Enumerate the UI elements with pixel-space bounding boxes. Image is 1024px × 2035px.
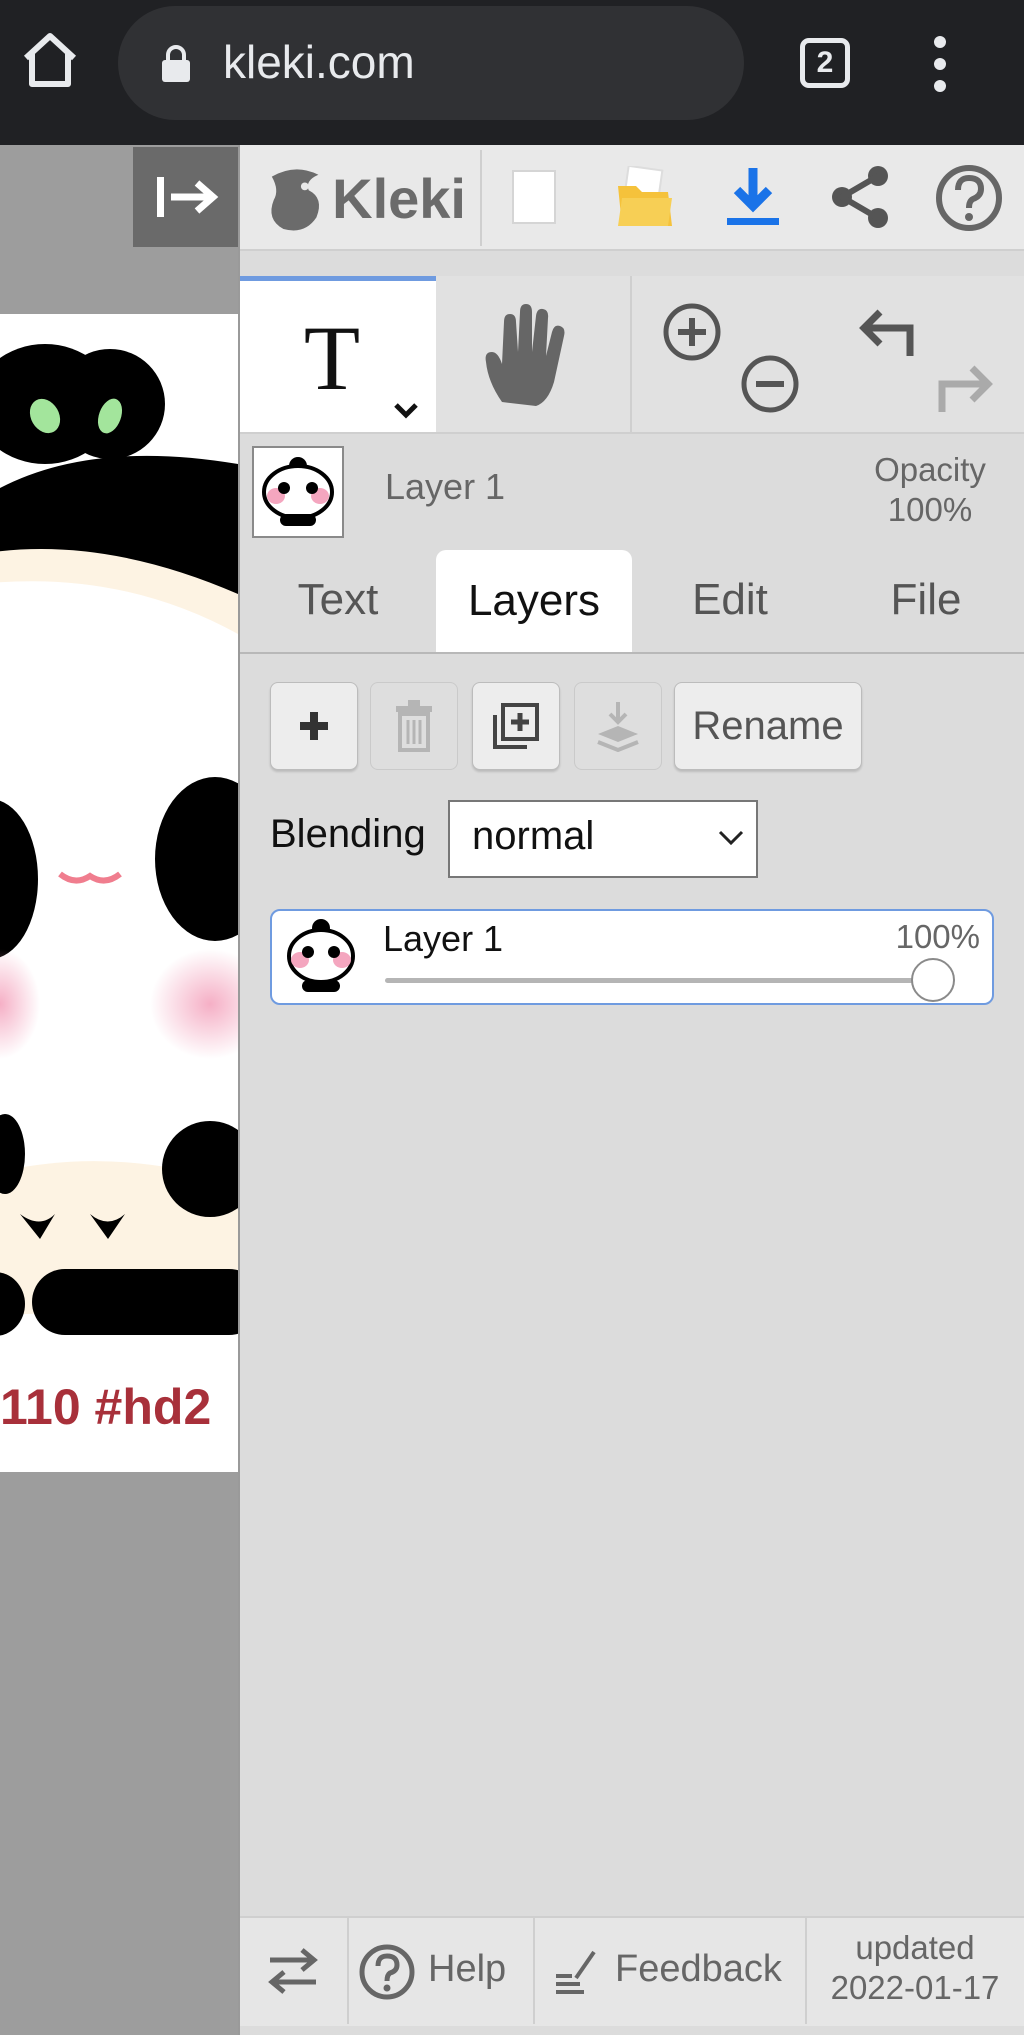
duplicate-layer-button[interactable] [472,682,560,770]
layer-name: Layer 1 [383,918,504,959]
open-folder-icon[interactable] [616,166,674,228]
kleki-logo[interactable]: Kleki [266,160,466,236]
kleki-logo-text: Kleki [332,166,466,230]
updated-label: updated [855,1929,975,1966]
tab-edit[interactable]: Edit [632,550,828,650]
layer-opacity-slider[interactable] [385,978,955,983]
download-icon[interactable] [725,166,781,228]
arrow-right-bar-icon [157,177,219,217]
undo-icon[interactable] [856,300,918,358]
opacity-label: Opacity [874,451,986,488]
chevron-down-icon [718,830,744,846]
merge-down-icon [597,702,639,752]
panda-thumbnail [262,457,334,526]
lock-icon [162,45,190,82]
zoom-in-icon[interactable] [662,302,722,362]
tool-separator [630,276,632,432]
address-bar[interactable] [118,6,744,120]
kleki-logo-icon [271,169,320,231]
more-menu-icon[interactable] [925,34,955,94]
feedback-label: Feedback [615,1948,782,1990]
trash-icon [396,700,432,752]
home-icon[interactable] [18,28,82,92]
rename-layer-button[interactable]: Rename [674,682,862,770]
layer-thumbnail [280,912,362,1002]
text-tool-icon: T [304,307,418,419]
blending-label: Blending [270,812,426,856]
url-text[interactable]: kleki.com [223,32,415,92]
tab-count-button[interactable]: 2 [800,38,850,88]
delete-layer-button[interactable] [370,682,458,770]
add-layer-button[interactable] [270,682,358,770]
updated-date: 2022-01-17 [830,1969,1000,2006]
new-image-icon[interactable] [512,170,556,224]
svg-text:T: T [304,307,360,409]
tab-file[interactable]: File [828,550,1024,650]
help-label: Help [428,1948,507,1990]
blending-value: normal [472,814,595,858]
help-icon[interactable] [935,164,1003,232]
bottom-separator [347,1918,349,2024]
panda-thumbnail [287,919,355,992]
plus-icon [300,712,328,740]
toolbar-separator [480,150,482,246]
zoom-out-icon[interactable] [740,354,800,414]
panda-artwork [0,344,238,1336]
duplicate-icon [493,703,539,749]
hand-tool-icon[interactable] [480,302,572,410]
feedback-pen-icon [556,1950,596,1994]
tab-layers[interactable]: Layers [436,550,632,652]
current-layer-name: Layer 1 [385,466,506,507]
text-tool-button[interactable]: T [240,276,436,432]
collapse-panel-button[interactable] [133,147,238,247]
layer-opacity-slider-handle[interactable] [911,958,955,1002]
help-icon [359,1944,415,2000]
bottom-separator [805,1918,807,2024]
swap-icon[interactable] [266,1946,320,1996]
canvas-caption-text: 110 #hd2 [0,1379,212,1435]
share-icon[interactable] [830,164,890,230]
current-layer-thumbnail[interactable] [252,446,344,538]
opacity-value: 100% [887,491,973,528]
redo-icon[interactable] [934,356,996,414]
drawing-canvas[interactable] [0,314,238,1472]
tab-text[interactable]: Text [240,550,436,650]
merge-layer-button[interactable] [574,682,662,770]
bottom-separator [533,1918,535,2024]
layer-opacity-value: 100% [895,918,980,955]
